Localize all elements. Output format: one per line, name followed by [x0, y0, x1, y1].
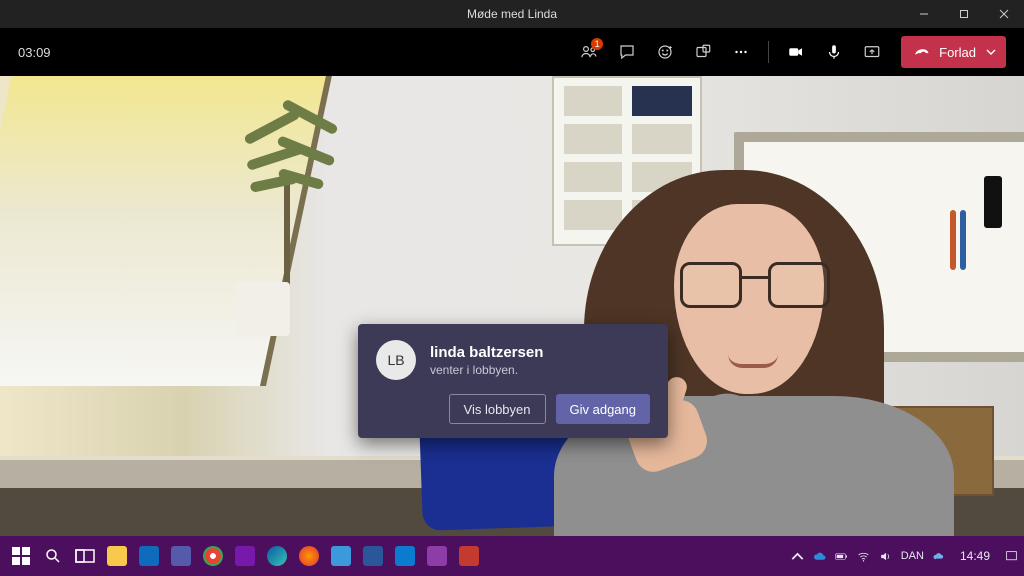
tray-chevron-up-icon[interactable] [791, 549, 805, 563]
tray-wifi-icon[interactable] [857, 549, 871, 563]
tray-volume-icon[interactable] [879, 549, 893, 563]
taskbar-app-12[interactable] [422, 541, 452, 571]
lobby-person-name: linda baltzersen [430, 344, 543, 361]
call-timer: 03:09 [18, 45, 51, 60]
maximize-button[interactable] [944, 0, 984, 28]
tray-clock[interactable]: 14:49 [954, 549, 996, 563]
tray-cloud-icon[interactable] [813, 549, 827, 563]
start-button[interactable] [6, 541, 36, 571]
microphone-button[interactable] [817, 35, 851, 69]
rooms-button[interactable] [686, 35, 720, 69]
taskbar-app-firefox[interactable] [294, 541, 324, 571]
lobby-notification: LB linda baltzersen venter i lobbyen. Vi… [358, 324, 668, 438]
view-lobby-button[interactable]: Vis lobbyen [449, 394, 546, 424]
system-tray[interactable]: DAN 14:49 [791, 549, 1018, 563]
tray-language[interactable]: DAN [901, 550, 924, 562]
leave-button-label: Forlad [939, 45, 976, 60]
chat-button[interactable] [610, 35, 644, 69]
taskbar-app-onenote[interactable] [230, 541, 260, 571]
scene-phone [984, 176, 1002, 228]
leave-button[interactable]: Forlad [901, 36, 1006, 68]
search-button[interactable] [38, 541, 68, 571]
toolbar-separator [768, 41, 769, 63]
taskbar-app-chrome[interactable] [198, 541, 228, 571]
window-controls [904, 0, 1024, 28]
camera-button[interactable] [779, 35, 813, 69]
taskbar-app-9[interactable] [326, 541, 356, 571]
avatar: LB [376, 340, 416, 380]
teams-meeting-window: Møde med Linda 03:09 1 [0, 0, 1024, 536]
video-stage: LB linda baltzersen venter i lobbyen. Vi… [0, 76, 1024, 536]
chevron-down-icon [986, 47, 996, 57]
meeting-toolbar: 03:09 1 Forlad [0, 28, 1024, 76]
taskbar-app-explorer[interactable] [102, 541, 132, 571]
reactions-button[interactable] [648, 35, 682, 69]
window-title: Møde med Linda [467, 7, 557, 21]
taskbar-app-10[interactable] [358, 541, 388, 571]
windows-taskbar[interactable]: DAN 14:49 [0, 536, 1024, 576]
tray-battery-icon[interactable] [835, 549, 849, 563]
participants-button[interactable]: 1 [572, 35, 606, 69]
taskbar-app-edge[interactable] [262, 541, 292, 571]
scene-plant-pot [236, 282, 290, 336]
scene-person [414, 106, 954, 536]
admit-button[interactable]: Giv adgang [556, 394, 651, 424]
share-screen-button[interactable] [855, 35, 889, 69]
scene-plant [252, 82, 322, 302]
more-actions-button[interactable] [724, 35, 758, 69]
tray-notifications-icon[interactable] [1004, 549, 1018, 563]
close-button[interactable] [984, 0, 1024, 28]
lobby-status-text: venter i lobbyen. [430, 363, 543, 377]
minimize-button[interactable] [904, 0, 944, 28]
tray-weather-icon[interactable] [932, 549, 946, 563]
taskbar-app-outlook[interactable] [134, 541, 164, 571]
task-view-button[interactable] [70, 541, 100, 571]
taskbar-app-11[interactable] [390, 541, 420, 571]
titlebar[interactable]: Møde med Linda [0, 0, 1024, 28]
taskbar-app-teams[interactable] [166, 541, 196, 571]
taskbar-app-13[interactable] [454, 541, 484, 571]
participants-badge: 1 [591, 38, 603, 50]
